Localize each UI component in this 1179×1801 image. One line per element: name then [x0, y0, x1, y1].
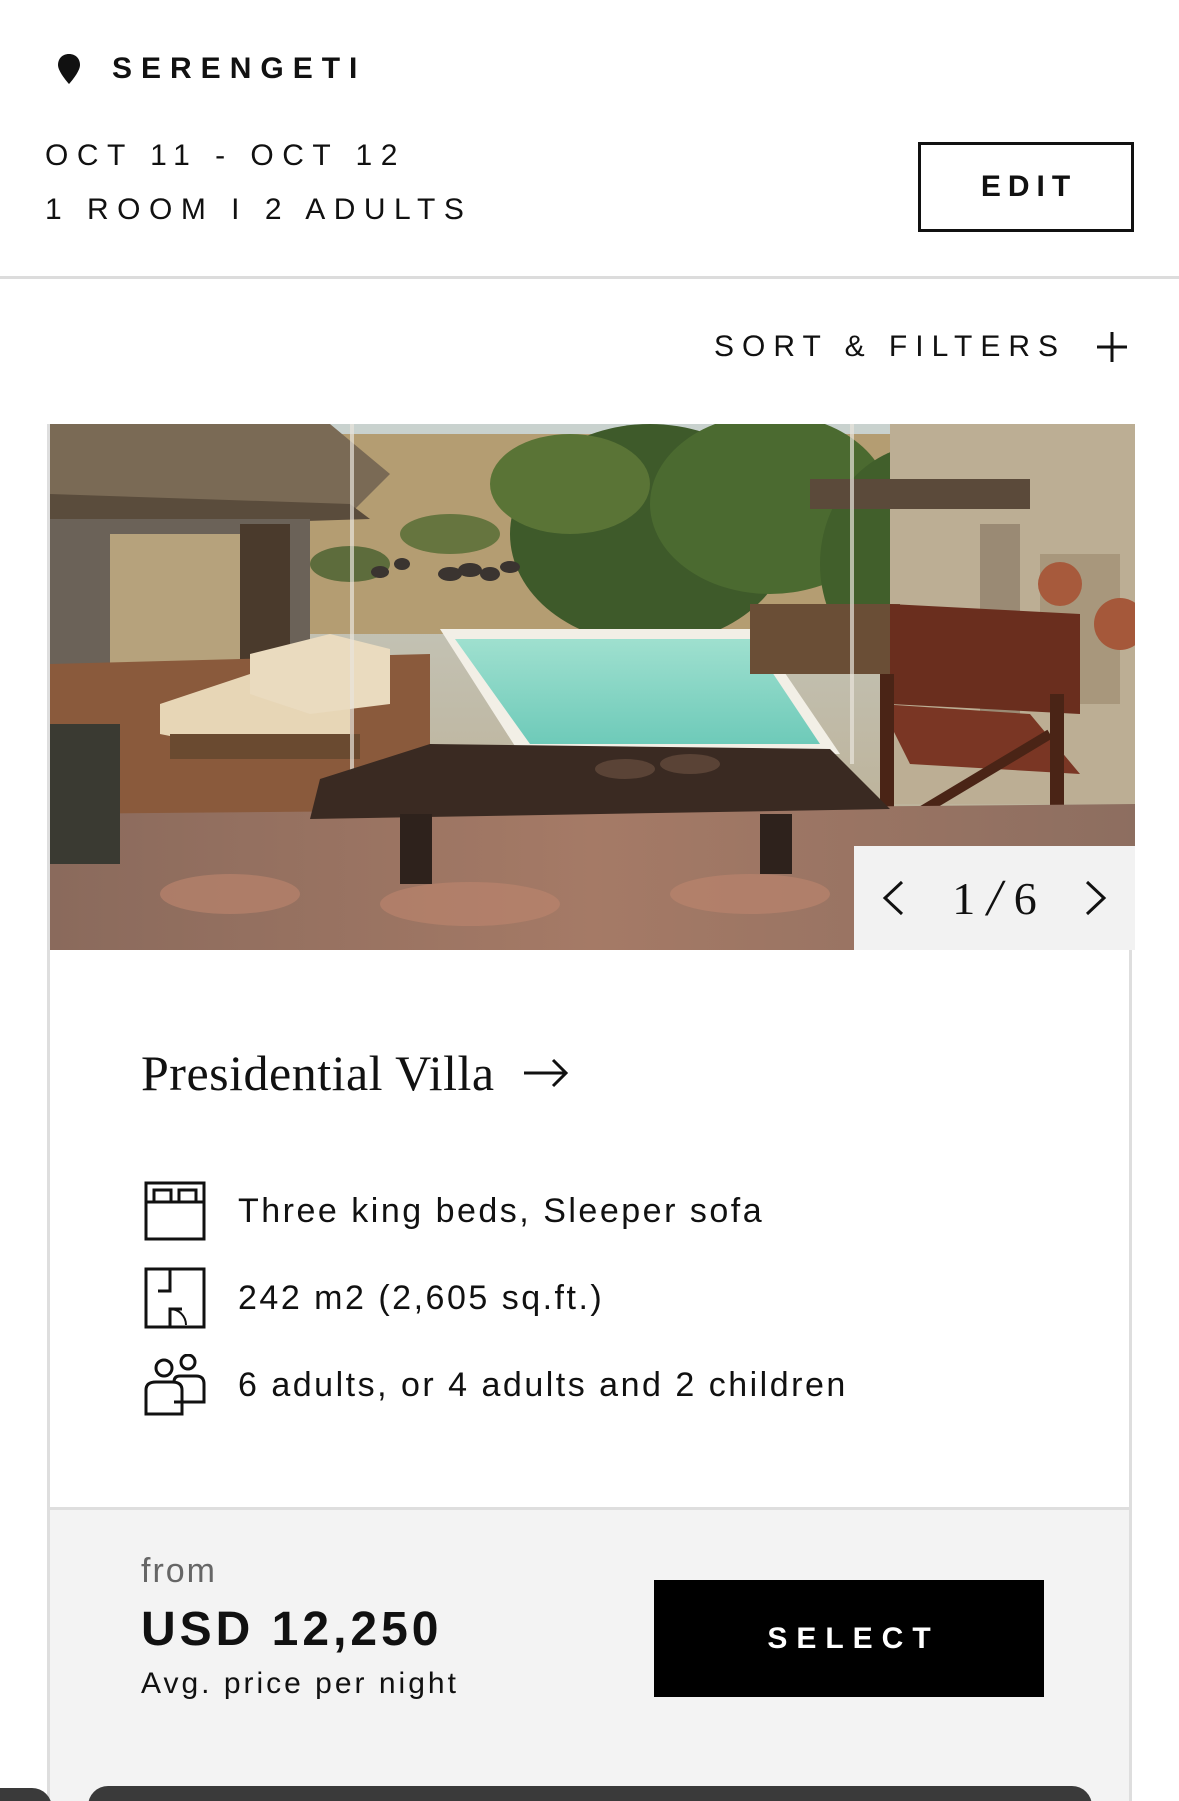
location-pin-icon	[58, 54, 80, 84]
arrow-right-icon	[523, 1058, 568, 1088]
gallery-separator: /	[987, 869, 1002, 927]
sort-filters-toggle[interactable]: SORT & FILTERS	[714, 330, 1128, 364]
feature-size-text: 242 m2 (2,605 sq.ft.)	[238, 1278, 605, 1317]
price-amount: USD 12,250	[141, 1603, 443, 1656]
location-label: SERENGETI	[112, 52, 367, 85]
select-button[interactable]: SELECT	[654, 1580, 1044, 1697]
feature-occupancy: 6 adults, or 4 adults and 2 children	[144, 1354, 848, 1416]
gallery-pager: 1 / 6	[854, 846, 1135, 950]
feature-occupancy-text: 6 adults, or 4 adults and 2 children	[238, 1365, 848, 1404]
sort-filters-label: SORT & FILTERS	[714, 330, 1067, 363]
feature-beds-text: Three king beds, Sleeper sofa	[238, 1191, 765, 1230]
room-title-link[interactable]: Presidential Villa	[141, 1044, 569, 1102]
gallery-current: 1	[952, 872, 976, 924]
chevron-left-icon[interactable]	[880, 879, 908, 917]
bottom-bar	[88, 1786, 1092, 1801]
price-panel: from USD 12,250 Avg. price per night SEL…	[50, 1507, 1129, 1801]
guests-icon	[144, 1354, 206, 1416]
location: SERENGETI	[56, 52, 366, 86]
bed-icon	[144, 1181, 206, 1241]
edit-button[interactable]: EDIT	[918, 142, 1134, 232]
price-prefix: from	[141, 1552, 217, 1590]
floorplan-icon	[144, 1267, 206, 1329]
room-card: 1 / 6 Presidential Villa Three king beds…	[47, 424, 1135, 1801]
plus-icon	[1097, 332, 1128, 362]
price-note: Avg. price per night	[141, 1667, 459, 1700]
stay-dates: OCT 11 - OCT 12	[45, 139, 406, 172]
room-guest-summary: 1 ROOM I 2 ADULTS	[45, 193, 473, 226]
chevron-right-icon[interactable]	[1081, 879, 1109, 917]
feature-beds: Three king beds, Sleeper sofa	[144, 1180, 764, 1242]
room-name: Presidential Villa	[141, 1045, 495, 1101]
booking-summary-header: SERENGETI OCT 11 - OCT 12 1 ROOM I 2 ADU…	[0, 0, 1179, 279]
room-photo[interactable]: 1 / 6	[50, 424, 1135, 950]
gallery-counter: 1 / 6	[952, 869, 1036, 928]
bottom-bar-left	[0, 1788, 52, 1801]
feature-size: 242 m2 (2,605 sq.ft.)	[144, 1267, 604, 1329]
gallery-total: 6	[1013, 872, 1037, 924]
